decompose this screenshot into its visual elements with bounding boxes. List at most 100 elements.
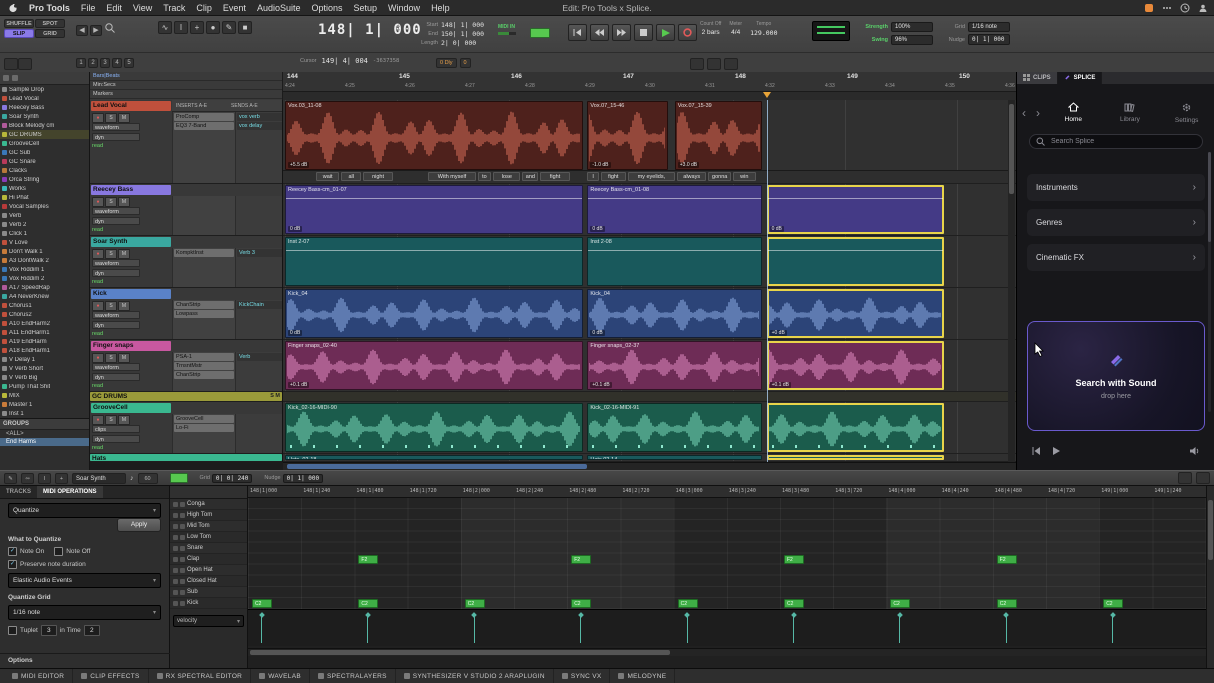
group-item[interactable]: End Harms <box>0 438 89 446</box>
automation-mode-read[interactable]: read <box>92 227 140 233</box>
send-slot[interactable]: Verb 3 <box>237 249 282 257</box>
audio-clip[interactable]: Vox.07_15-39+3.0 dB <box>675 101 762 170</box>
apply-button[interactable]: Apply <box>117 518 161 532</box>
options-section[interactable]: Options <box>0 653 170 664</box>
checkbox-note-on[interactable]: ✓Note On <box>8 547 44 556</box>
lane-solo-icon[interactable] <box>173 502 178 507</box>
zoom-out-button[interactable]: ◀ <box>76 25 88 36</box>
lyric-word[interactable]: gonna <box>708 172 731 181</box>
drum-lane-high-tom[interactable]: High Tom <box>170 510 247 521</box>
lane-solo-icon[interactable] <box>173 524 178 529</box>
tracklist-item[interactable]: Hi Phat <box>0 193 89 202</box>
lane-solo-icon[interactable] <box>173 557 178 562</box>
mute-button[interactable]: M <box>118 197 130 207</box>
solo-button[interactable]: S <box>105 249 117 259</box>
stop-button[interactable] <box>634 24 653 41</box>
gear-icon[interactable] <box>3 75 9 81</box>
track-name[interactable]: Lead Vocal <box>91 101 171 111</box>
track-name[interactable]: Finger snaps <box>91 341 171 351</box>
selected-clip[interactable] <box>767 455 944 460</box>
scroll-thumb[interactable] <box>287 464 587 469</box>
insert-slot[interactable]: ChanStrip <box>174 371 234 379</box>
splice-nav-home[interactable]: Home <box>1051 102 1095 124</box>
drum-lane-clap[interactable]: Clap <box>170 554 247 565</box>
markers-ruler-label[interactable]: Markers <box>90 90 282 99</box>
track-view-selector[interactable]: waveform <box>92 123 140 131</box>
midi-horizontal-scrollbar[interactable] <box>248 648 1206 656</box>
send-slot[interactable]: vox delay <box>237 122 282 130</box>
track-lane[interactable]: Hats_02-18Hats 02-14 <box>283 454 1016 462</box>
track-view-selector[interactable]: waveform <box>92 259 140 267</box>
ruler-canvas[interactable]: 144145146147148149150 4:244:254:264:274:… <box>283 72 1016 100</box>
solo-button[interactable]: S <box>105 113 117 123</box>
tool-button-1[interactable]: I <box>174 21 188 34</box>
scroll-thumb[interactable] <box>1208 500 1213 560</box>
tracklist-item[interactable]: Soar Synth <box>0 112 89 121</box>
tracklist-item[interactable]: GC Sub <box>0 148 89 157</box>
tracklist-item[interactable]: MIX <box>0 391 89 400</box>
lane-mute-icon[interactable] <box>180 535 185 540</box>
window-tab-wavelab[interactable]: WAVELAB <box>251 669 310 683</box>
panel-tab-clips[interactable]: CLIPS <box>1017 72 1058 84</box>
ops-tab-midi-operations[interactable]: MIDI OPERATIONS <box>37 486 103 498</box>
menu-item-edit[interactable]: Edit <box>106 3 122 13</box>
splice-nav-settings[interactable]: Settings <box>1165 102 1209 124</box>
apple-icon[interactable] <box>8 3 18 13</box>
lane-mute-icon[interactable] <box>180 601 185 606</box>
back-icon[interactable]: ‹ <box>1017 106 1031 120</box>
track-lane[interactable]: Inst 2-07Inst 2-08 <box>283 236 1016 288</box>
group-solo-mute[interactable]: S M <box>270 393 280 399</box>
tracklist-item[interactable]: Master 1 <box>0 400 89 409</box>
note-grid[interactable]: F2F2F2F2C2C2C2C2C2C2C2C2C2 <box>248 498 1206 609</box>
tool-button-4[interactable]: ✎ <box>222 21 236 34</box>
edit-canvas[interactable]: Vox.03_11-08+5.5 dBVox.07_15-46-1.0 dBVo… <box>283 100 1016 462</box>
solo-button[interactable]: S <box>105 415 117 425</box>
audio-clip[interactable]: Hats 02-14 <box>587 455 762 460</box>
midi-vertical-scrollbar[interactable] <box>1206 486 1214 668</box>
elastic-audio-selector[interactable]: dyn <box>92 435 140 443</box>
selector-tool-icon[interactable]: I <box>38 473 51 484</box>
record-button[interactable]: ● <box>92 301 104 311</box>
lane-mute-icon[interactable] <box>180 568 185 573</box>
insert-slot[interactable]: ProComp <box>174 113 234 121</box>
lane-solo-icon[interactable] <box>173 546 178 551</box>
mute-button[interactable]: M <box>118 301 130 311</box>
tempo-value[interactable]: 129.000 <box>750 29 777 37</box>
track-lane[interactable]: Kick_040 dBKick_040 dB+0 dB <box>283 288 1016 340</box>
solo-button[interactable]: S <box>105 197 117 207</box>
delay-chip-0[interactable]: 0 Dly <box>436 58 457 68</box>
audio-clip[interactable]: Inst 2-07 <box>285 237 583 286</box>
audio-clip[interactable]: Reecey Bass-cm_01-070 dB <box>285 185 583 234</box>
scroll-thumb[interactable] <box>1009 104 1014 194</box>
mute-button[interactable]: M <box>118 415 130 425</box>
tool-button-5[interactable]: ■ <box>238 21 252 34</box>
tracklist-item[interactable]: Vox Riddim 1 <box>0 265 89 274</box>
panel-tab-splice[interactable]: SPLICE <box>1058 72 1103 84</box>
velocity-handle[interactable] <box>791 612 797 618</box>
link-track-icon[interactable] <box>18 58 32 70</box>
menu-item-setup[interactable]: Setup <box>354 3 378 13</box>
track-name[interactable]: GC DRUMS <box>90 392 282 401</box>
post-roll-icon[interactable] <box>707 58 721 70</box>
insert-slot[interactable]: Lowpass <box>174 310 234 318</box>
volume-icon[interactable] <box>1189 443 1201 461</box>
pencil-tool-icon[interactable]: ✎ <box>4 473 17 484</box>
tracklist-item[interactable]: A18 EndHarm1 <box>0 346 89 355</box>
magnifier-icon[interactable] <box>104 21 116 39</box>
tracklist-item[interactable]: Pump That Shit <box>0 382 89 391</box>
track-lane[interactable] <box>283 392 1016 402</box>
menu-item-view[interactable]: View <box>133 3 152 13</box>
send-slot[interactable]: vox verb <box>237 113 282 121</box>
metronome-icon[interactable] <box>724 58 738 70</box>
record-button[interactable]: ● <box>92 353 104 363</box>
midi-note[interactable]: F2 <box>997 555 1017 564</box>
lyric-word[interactable]: fight <box>601 172 626 181</box>
counter-steppers[interactable]: ▲▼ <box>396 24 401 34</box>
elastic-audio-selector[interactable]: dyn <box>92 321 140 329</box>
selected-clip[interactable]: 0 dB <box>767 185 944 234</box>
splice-nav-library[interactable]: Library <box>1108 102 1152 124</box>
track-name[interactable]: Soar Synth <box>91 237 171 247</box>
tracklist-item[interactable]: Chorus1 <box>0 301 89 310</box>
velocity-stem[interactable] <box>261 616 262 643</box>
midi-note[interactable]: C2 <box>571 599 591 608</box>
